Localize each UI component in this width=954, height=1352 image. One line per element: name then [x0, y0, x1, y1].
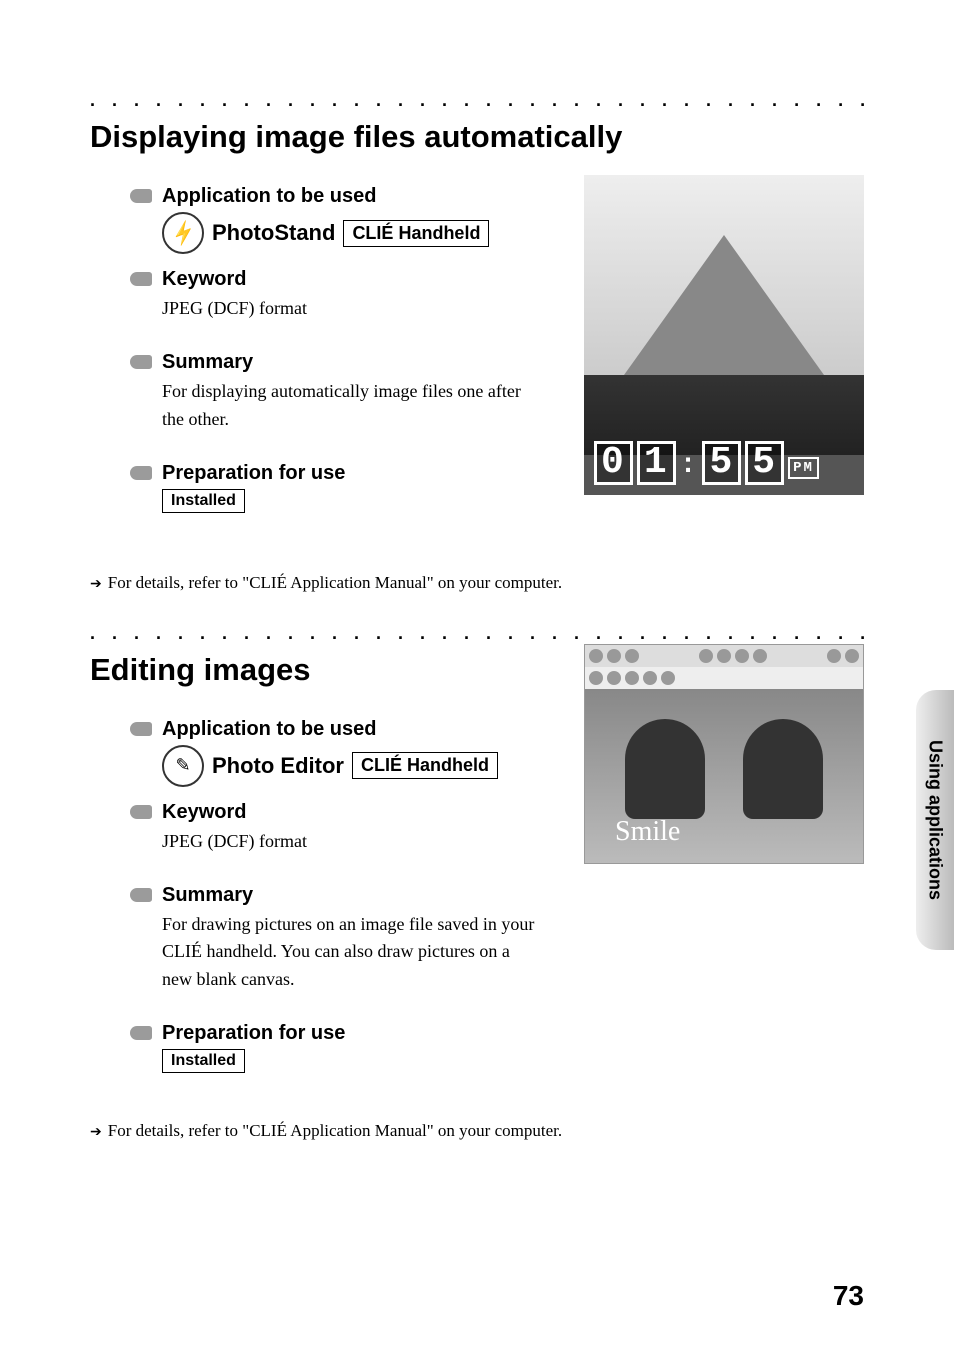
- application-heading: Application to be used: [162, 185, 540, 208]
- clock-digit: 5: [702, 441, 741, 485]
- toolbar-icon: [607, 671, 621, 685]
- clock-separator: :: [680, 450, 699, 481]
- pe-toolbar-second: [585, 667, 863, 689]
- toolbar-icon: [589, 671, 603, 685]
- side-tab-label: Using applications: [925, 740, 946, 900]
- application-heading: Application to be used: [162, 718, 540, 741]
- toolbar-icon: [625, 649, 639, 663]
- app-name: PhotoStand: [212, 220, 335, 246]
- application-block: Application to be used ✎ Photo Editor CL…: [130, 718, 540, 787]
- summary-block: Summary For displaying automatically ima…: [130, 351, 540, 434]
- details-note-2: ➔ For details, refer to "CLIÉ Application…: [90, 1121, 864, 1141]
- keyword-block: Keyword JPEG (DCF) format: [130, 268, 540, 323]
- installed-badge: Installed: [162, 1049, 245, 1073]
- bullet-icon: [130, 888, 152, 902]
- application-block: Application to be used ⚡ PhotoStand CLIÉ…: [130, 185, 540, 254]
- divider-dots: . . . . . . . . . . . . . . . . . . . . …: [90, 90, 864, 111]
- page-number: 73: [833, 1280, 864, 1312]
- clock-overlay: 0 1 : 5 5 PM: [594, 441, 854, 485]
- preparation-heading: Preparation for use: [162, 1022, 540, 1045]
- bullet-icon: [130, 355, 152, 369]
- bullet-icon: [130, 466, 152, 480]
- toolbar-icon: [845, 649, 859, 663]
- pe-toolbar-top: [585, 645, 863, 667]
- photostand-icon: ⚡: [162, 212, 204, 254]
- details-text: For details, refer to "CLIÉ Application …: [108, 1121, 562, 1140]
- page-content: . . . . . . . . . . . . . . . . . . . . …: [0, 0, 954, 1141]
- toolbar-icon: [607, 649, 621, 663]
- keyword-block: Keyword JPEG (DCF) format: [130, 801, 540, 856]
- clock-digit: 1: [637, 441, 676, 485]
- arrow-icon: ➔: [90, 575, 102, 592]
- bullet-icon: [130, 722, 152, 736]
- photo-editor-screenshot: Smile: [584, 644, 864, 864]
- bullet-icon: [130, 1026, 152, 1040]
- photo-editor-icon: ✎: [162, 745, 204, 787]
- keyword-text: JPEG (DCF) format: [162, 828, 540, 856]
- toolbar-icon: [643, 671, 657, 685]
- summary-text: For displaying automatically image files…: [162, 378, 540, 434]
- photostand-screenshot: 0 1 : 5 5 PM: [584, 175, 864, 495]
- toolbar-icon: [625, 671, 639, 685]
- summary-heading: Summary: [162, 884, 540, 907]
- preparation-heading: Preparation for use: [162, 462, 540, 485]
- arrow-icon: ➔: [90, 1123, 102, 1140]
- app-platform-badge: CLIÉ Handheld: [343, 220, 489, 247]
- keyword-heading: Keyword: [162, 268, 540, 291]
- toolbar-icon: [589, 649, 603, 663]
- toolbar-icon: [717, 649, 731, 663]
- clock-digit: 0: [594, 441, 633, 485]
- divider-dots: . . . . . . . . . . . . . . . . . . . . …: [90, 623, 864, 644]
- toolbar-icon: [753, 649, 767, 663]
- installed-badge: Installed: [162, 489, 245, 513]
- preparation-block: Preparation for use Installed: [130, 462, 540, 513]
- details-note-1: ➔ For details, refer to "CLIÉ Application…: [90, 573, 864, 593]
- keyword-heading: Keyword: [162, 801, 540, 824]
- summary-text: For drawing pictures on an image file sa…: [162, 911, 540, 995]
- pe-photo-canvas: Smile: [585, 689, 863, 863]
- app-platform-badge: CLIÉ Handheld: [352, 752, 498, 779]
- bullet-icon: [130, 272, 152, 286]
- toolbar-icon: [735, 649, 749, 663]
- preparation-block: Preparation for use Installed: [130, 1022, 540, 1073]
- details-text: For details, refer to "CLIÉ Application …: [108, 573, 562, 592]
- toolbar-icon: [699, 649, 713, 663]
- bullet-icon: [130, 805, 152, 819]
- toolbar-icon: [661, 671, 675, 685]
- summary-heading: Summary: [162, 351, 540, 374]
- app-name: Photo Editor: [212, 753, 344, 779]
- clock-digit: 5: [745, 441, 784, 485]
- summary-block: Summary For drawing pictures on an image…: [130, 884, 540, 995]
- bullet-icon: [130, 189, 152, 203]
- side-tab: Using applications: [916, 690, 954, 950]
- section-title-1: Displaying image files automatically: [90, 119, 864, 155]
- toolbar-icon: [827, 649, 841, 663]
- clock-ampm: PM: [788, 457, 819, 479]
- keyword-text: JPEG (DCF) format: [162, 295, 540, 323]
